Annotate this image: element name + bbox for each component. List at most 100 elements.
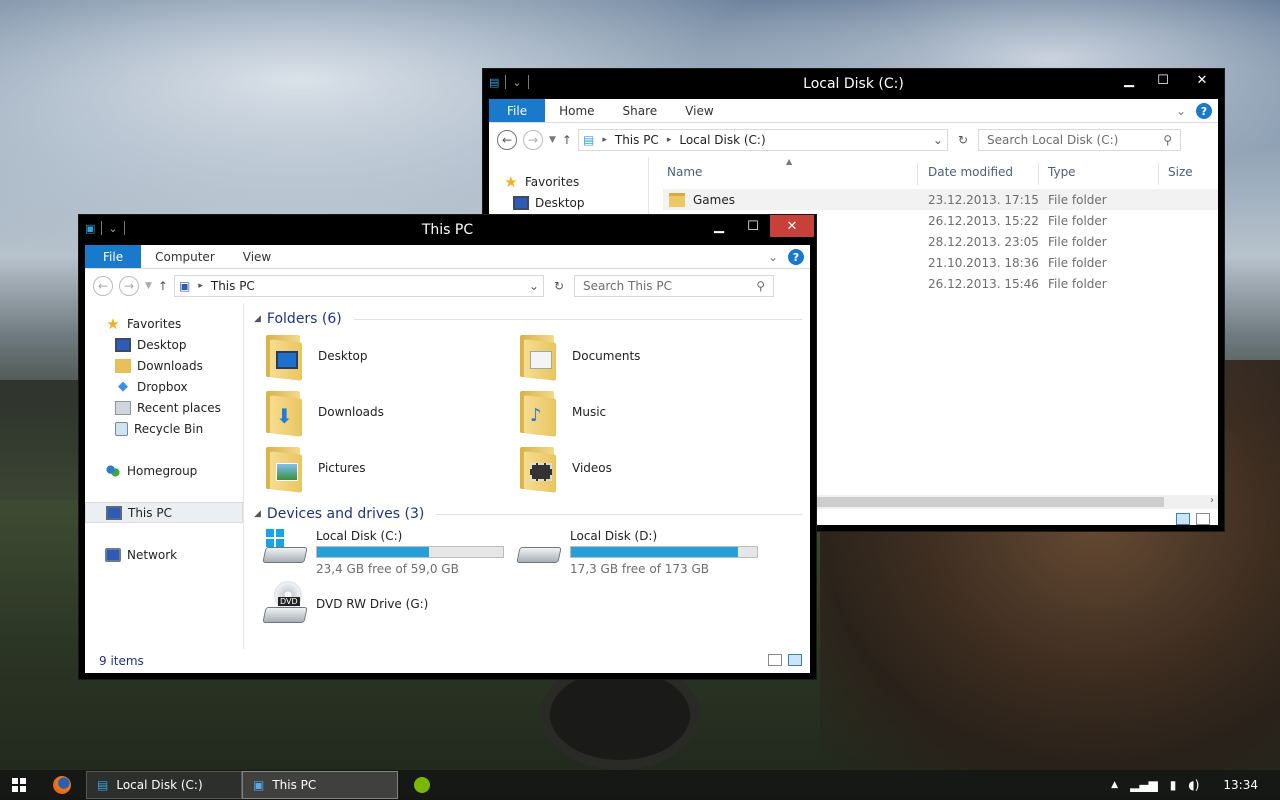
help-icon[interactable]: ?: [1196, 103, 1212, 119]
window-this-pc: ▣ ⌄ This PC ▁ ☐ ✕ File Computer View ⌄? ←…: [78, 214, 817, 680]
recent-locations-icon[interactable]: ▼: [145, 281, 152, 291]
videos-folder-icon: [518, 445, 558, 493]
scroll-right-icon[interactable]: ›: [1210, 495, 1214, 506]
maximize-button[interactable]: ☐: [736, 215, 770, 237]
column-type[interactable]: Type: [1048, 157, 1076, 187]
item-count: 9 items: [99, 654, 144, 668]
recent-places-icon: [115, 400, 131, 415]
pc-icon: ▤: [582, 133, 595, 147]
back-button[interactable]: ←: [93, 276, 113, 296]
sidebar-item-homegroup[interactable]: Homegroup: [85, 460, 243, 481]
column-size[interactable]: Size: [1168, 157, 1193, 187]
address-dropdown-icon[interactable]: ⌄: [529, 279, 539, 293]
maximize-button[interactable]: ☐: [1146, 69, 1180, 91]
tab-file[interactable]: File: [85, 245, 142, 268]
drive-icon: ▤: [97, 778, 109, 792]
folder-downloads[interactable]: ⬇ Downloads: [264, 389, 384, 437]
drive-d[interactable]: Local Disk (D:) 17,3 GB free of 173 GB: [516, 529, 758, 576]
breadcrumb-local-disk[interactable]: Local Disk (C:): [679, 133, 765, 147]
content-pane: ◢ Folders (6) Desktop Documents ⬇ Downlo…: [244, 303, 810, 649]
sidebar-item-dropbox[interactable]: ◆ Dropbox: [85, 376, 243, 397]
collapse-icon: ◢: [254, 509, 261, 519]
tab-view[interactable]: View: [671, 99, 727, 122]
back-button[interactable]: ←: [497, 130, 517, 150]
folders-section-header[interactable]: ◢ Folders (6): [254, 311, 802, 327]
recent-locations-icon[interactable]: ▼: [549, 135, 556, 145]
tab-home[interactable]: Home: [545, 99, 608, 122]
refresh-button[interactable]: ↻: [550, 279, 568, 293]
minimize-button[interactable]: ▁: [702, 215, 736, 237]
tab-file[interactable]: File: [489, 99, 546, 122]
sidebar-item-favorites[interactable]: ★ Favorites: [503, 171, 648, 192]
firefox-icon[interactable]: [38, 776, 86, 794]
tab-share[interactable]: Share: [609, 99, 672, 122]
volume-icon[interactable]: ◖): [1188, 778, 1199, 792]
details-view-icon[interactable]: [1176, 513, 1190, 525]
clock[interactable]: 13:34: [1223, 778, 1258, 792]
column-name[interactable]: Name: [667, 157, 702, 187]
up-button[interactable]: ↑: [158, 279, 168, 293]
devices-section-header[interactable]: ◢ Devices and drives (3): [254, 506, 802, 522]
tab-view[interactable]: View: [229, 245, 285, 268]
titlebar[interactable]: ▤ ⌄ Local Disk (C:) ▁ ☐ ✕: [483, 69, 1224, 99]
folder-pictures[interactable]: Pictures: [264, 445, 366, 493]
taskbar-app-this-pc[interactable]: ▣ This PC: [242, 771, 398, 799]
search-icon: ⚲: [756, 279, 765, 293]
drive-g[interactable]: DVD DVD RW Drive (G:): [262, 581, 428, 627]
window-controls: ▁ ☐ ✕: [1112, 69, 1224, 91]
sidebar-item-downloads[interactable]: Downloads: [85, 355, 243, 376]
table-row[interactable]: Games 23.12.2013. 17:15 File folder: [663, 189, 1218, 210]
show-hidden-icons-icon[interactable]: ▲: [1111, 780, 1118, 790]
taskbar-app-local-disk[interactable]: ▤ Local Disk (C:): [86, 771, 242, 799]
address-bar[interactable]: ▣ ▸ This PC ⌄: [173, 275, 544, 297]
close-button[interactable]: ✕: [1180, 69, 1224, 91]
desktop-folder-icon: [264, 333, 304, 381]
refresh-button[interactable]: ↻: [954, 133, 972, 147]
column-date-modified[interactable]: Date modified: [928, 157, 1013, 187]
search-box[interactable]: Search Local Disk (C:) ⚲: [977, 129, 1181, 151]
folder-desktop[interactable]: Desktop: [264, 333, 368, 381]
minimize-button[interactable]: ▁: [1112, 69, 1146, 91]
search-box[interactable]: Search This PC ⚲: [573, 275, 774, 297]
up-button[interactable]: ↑: [562, 133, 572, 147]
breadcrumb-this-pc[interactable]: This PC: [615, 133, 659, 147]
breadcrumb-this-pc[interactable]: This PC: [211, 279, 255, 293]
close-button[interactable]: ✕: [770, 215, 814, 237]
dvd-drive-icon: DVD: [262, 581, 308, 627]
search-input[interactable]: Search This PC: [583, 279, 672, 293]
window-controls: ▁ ☐ ✕: [702, 215, 814, 237]
forward-button[interactable]: →: [119, 276, 139, 296]
folder-icon: [669, 192, 685, 207]
large-icons-view-icon[interactable]: [788, 654, 802, 666]
sidebar-item-favorites[interactable]: ★ Favorites: [85, 313, 243, 334]
spotify-icon[interactable]: [398, 777, 446, 793]
drive-c[interactable]: Local Disk (C:) 23,4 GB free of 59,0 GB: [262, 529, 504, 576]
address-bar[interactable]: ▤ ▸ This PC ▸ Local Disk (C:) ⌄: [577, 129, 948, 151]
sidebar-item-network[interactable]: Network: [85, 544, 243, 565]
titlebar[interactable]: ▣ ⌄ This PC ▁ ☐ ✕: [79, 215, 816, 245]
folder-documents[interactable]: Documents: [518, 333, 640, 381]
sidebar-item-desktop[interactable]: Desktop: [503, 192, 648, 213]
sidebar-item-desktop[interactable]: Desktop: [85, 334, 243, 355]
folder-videos[interactable]: Videos: [518, 445, 612, 493]
help-icon[interactable]: ?: [788, 249, 804, 265]
battery-icon[interactable]: ▮: [1170, 778, 1177, 792]
large-icons-view-icon[interactable]: [1196, 513, 1210, 525]
folder-music[interactable]: ♪ Music: [518, 389, 606, 437]
sidebar-item-recycle-bin[interactable]: Recycle Bin: [85, 418, 243, 439]
dropbox-icon: ◆: [118, 378, 128, 394]
search-input[interactable]: Search Local Disk (C:): [987, 133, 1118, 147]
sidebar-item-this-pc[interactable]: This PC: [85, 502, 243, 523]
expand-ribbon-icon[interactable]: ⌄: [768, 250, 778, 264]
tab-computer[interactable]: Computer: [141, 245, 229, 268]
forward-button[interactable]: →: [523, 130, 543, 150]
search-icon: ⚲: [1163, 133, 1172, 147]
start-button[interactable]: [0, 770, 38, 800]
sidebar-item-recent-places[interactable]: Recent places: [85, 397, 243, 418]
details-view-icon[interactable]: [768, 654, 782, 666]
system-tray: ▲ ▂▄▆ ▮ ◖) 13:34: [1111, 770, 1280, 800]
expand-ribbon-icon[interactable]: ⌄: [1176, 104, 1186, 118]
signal-icon[interactable]: ▂▄▆: [1130, 778, 1158, 792]
address-dropdown-icon[interactable]: ⌄: [933, 133, 943, 147]
view-toggle: [768, 654, 802, 666]
